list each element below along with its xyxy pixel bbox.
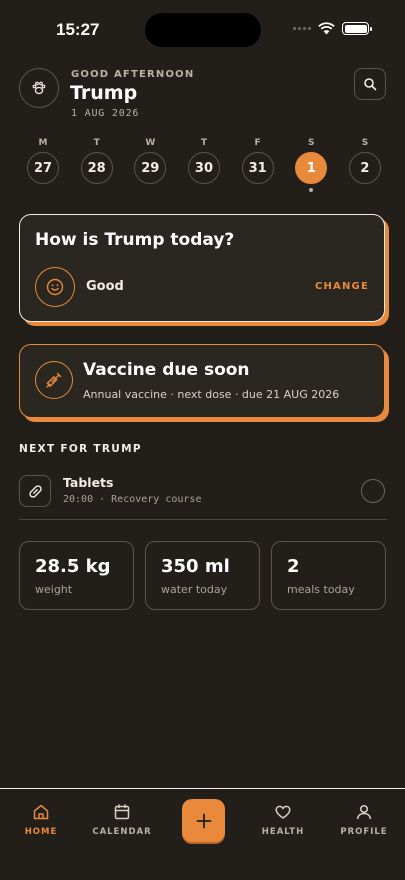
day-letter: W	[145, 138, 156, 148]
task-subtitle: 20:00 · Recovery course	[63, 494, 202, 505]
day-item[interactable]: M 27	[26, 138, 60, 192]
paw-icon	[32, 81, 46, 95]
tab-health[interactable]: HEALTH	[248, 803, 318, 837]
vaccine-icon-circle	[35, 361, 73, 399]
day-number[interactable]: 30	[187, 152, 220, 184]
header: GOOD AFTERNOON Trump 1 AUG 2026	[19, 66, 386, 122]
stat-value: 2	[287, 556, 300, 577]
day-letter: S	[361, 138, 369, 148]
vaccine-title: Vaccine due soon	[83, 360, 250, 380]
day-letter: S	[308, 138, 315, 148]
stat-value: 28.5 kg	[35, 556, 111, 577]
day-dot	[363, 188, 367, 192]
change-mood-button[interactable]: CHANGE	[315, 281, 369, 292]
tab-label: HEALTH	[261, 827, 305, 837]
day-letter: M	[38, 138, 48, 148]
battery-icon	[342, 22, 372, 35]
day-number[interactable]: 28	[80, 152, 113, 184]
greeting: GOOD AFTERNOON	[71, 69, 195, 80]
calendar-icon	[114, 804, 130, 820]
day-letter: T	[93, 138, 100, 148]
home-icon	[33, 804, 49, 820]
stat-card-weight[interactable]: 28.5 kg weight	[19, 541, 134, 610]
week-strip: M 27 T 28 W 29 T 30 F 31 S 1 S 2	[26, 138, 382, 192]
task-title: Tablets	[63, 475, 114, 490]
day-item[interactable]: S 2	[348, 138, 382, 192]
pill-icon	[28, 484, 42, 498]
wifi-icon	[318, 22, 335, 35]
tab-home[interactable]: HOME	[6, 803, 76, 837]
pet-name: Trump	[70, 82, 138, 104]
day-dot	[41, 188, 45, 192]
tab-label: PROFILE	[340, 827, 388, 837]
stat-label: weight	[35, 583, 73, 596]
tab-calendar[interactable]: CALENDAR	[87, 803, 157, 837]
stats-row: 28.5 kg weight 350 ml water today 2 meal…	[19, 541, 386, 610]
task-icon-box	[19, 475, 51, 507]
day-number[interactable]: 27	[27, 152, 59, 184]
add-button[interactable]	[182, 799, 225, 842]
dynamic-island	[145, 13, 261, 47]
mood-card: How is Trump today? Good CHANGE	[19, 214, 385, 322]
heart-icon	[275, 805, 291, 819]
tab-profile[interactable]: PROFILE	[329, 803, 399, 837]
task-item[interactable]: Tablets 20:00 · Recovery course	[19, 470, 387, 520]
status-icons	[293, 22, 372, 35]
day-dot	[95, 188, 99, 192]
next-section-heading: NEXT FOR TRUMP	[19, 443, 142, 455]
day-number[interactable]: 31	[241, 152, 274, 184]
vaccine-subtitle: Annual vaccine · next dose · due 21 AUG …	[83, 388, 340, 401]
search-icon	[364, 78, 377, 91]
day-number[interactable]: 29	[134, 152, 167, 184]
pet-avatar[interactable]	[19, 68, 59, 108]
status-bar: 15:27	[0, 0, 405, 60]
day-item[interactable]: W 29	[133, 138, 167, 192]
search-button[interactable]	[354, 68, 386, 100]
day-letter: F	[254, 138, 261, 148]
current-date: 1 AUG 2026	[71, 108, 140, 119]
stat-card-meals[interactable]: 2 meals today	[271, 541, 386, 610]
day-item-selected[interactable]: S 1	[294, 138, 328, 192]
day-item[interactable]: T 30	[187, 138, 221, 192]
mood-question: How is Trump today?	[35, 230, 235, 250]
stat-card-water[interactable]: 350 ml water today	[145, 541, 260, 610]
day-letter: T	[200, 138, 208, 148]
selected-day-dot	[309, 188, 314, 192]
day-item[interactable]: T 28	[80, 138, 114, 192]
day-number[interactable]: 2	[348, 152, 381, 184]
person-icon	[356, 804, 372, 820]
day-dot	[256, 188, 260, 192]
day-dot	[202, 188, 206, 192]
stat-label: water today	[161, 583, 228, 596]
plus-icon	[196, 813, 211, 828]
day-dot	[148, 188, 152, 192]
tab-label: HOME	[24, 827, 58, 837]
mood-icon-circle	[35, 267, 75, 307]
stat-label: meals today	[287, 583, 355, 596]
day-item[interactable]: F 31	[241, 138, 275, 192]
signal-icon	[293, 27, 311, 30]
tab-label: CALENDAR	[92, 827, 152, 837]
status-time: 15:27	[56, 20, 100, 39]
vaccine-alert-card[interactable]: Vaccine due soon Annual vaccine · next d…	[19, 344, 385, 418]
tab-bar: HOME CALENDAR HEALTH PROFILE	[0, 788, 405, 880]
smiley-icon	[46, 278, 64, 296]
mood-value: Good	[86, 279, 124, 294]
task-complete-checkbox[interactable]	[361, 479, 385, 503]
day-number[interactable]: 1	[295, 152, 328, 184]
stat-value: 350 ml	[161, 556, 230, 577]
syringe-icon	[46, 372, 62, 388]
